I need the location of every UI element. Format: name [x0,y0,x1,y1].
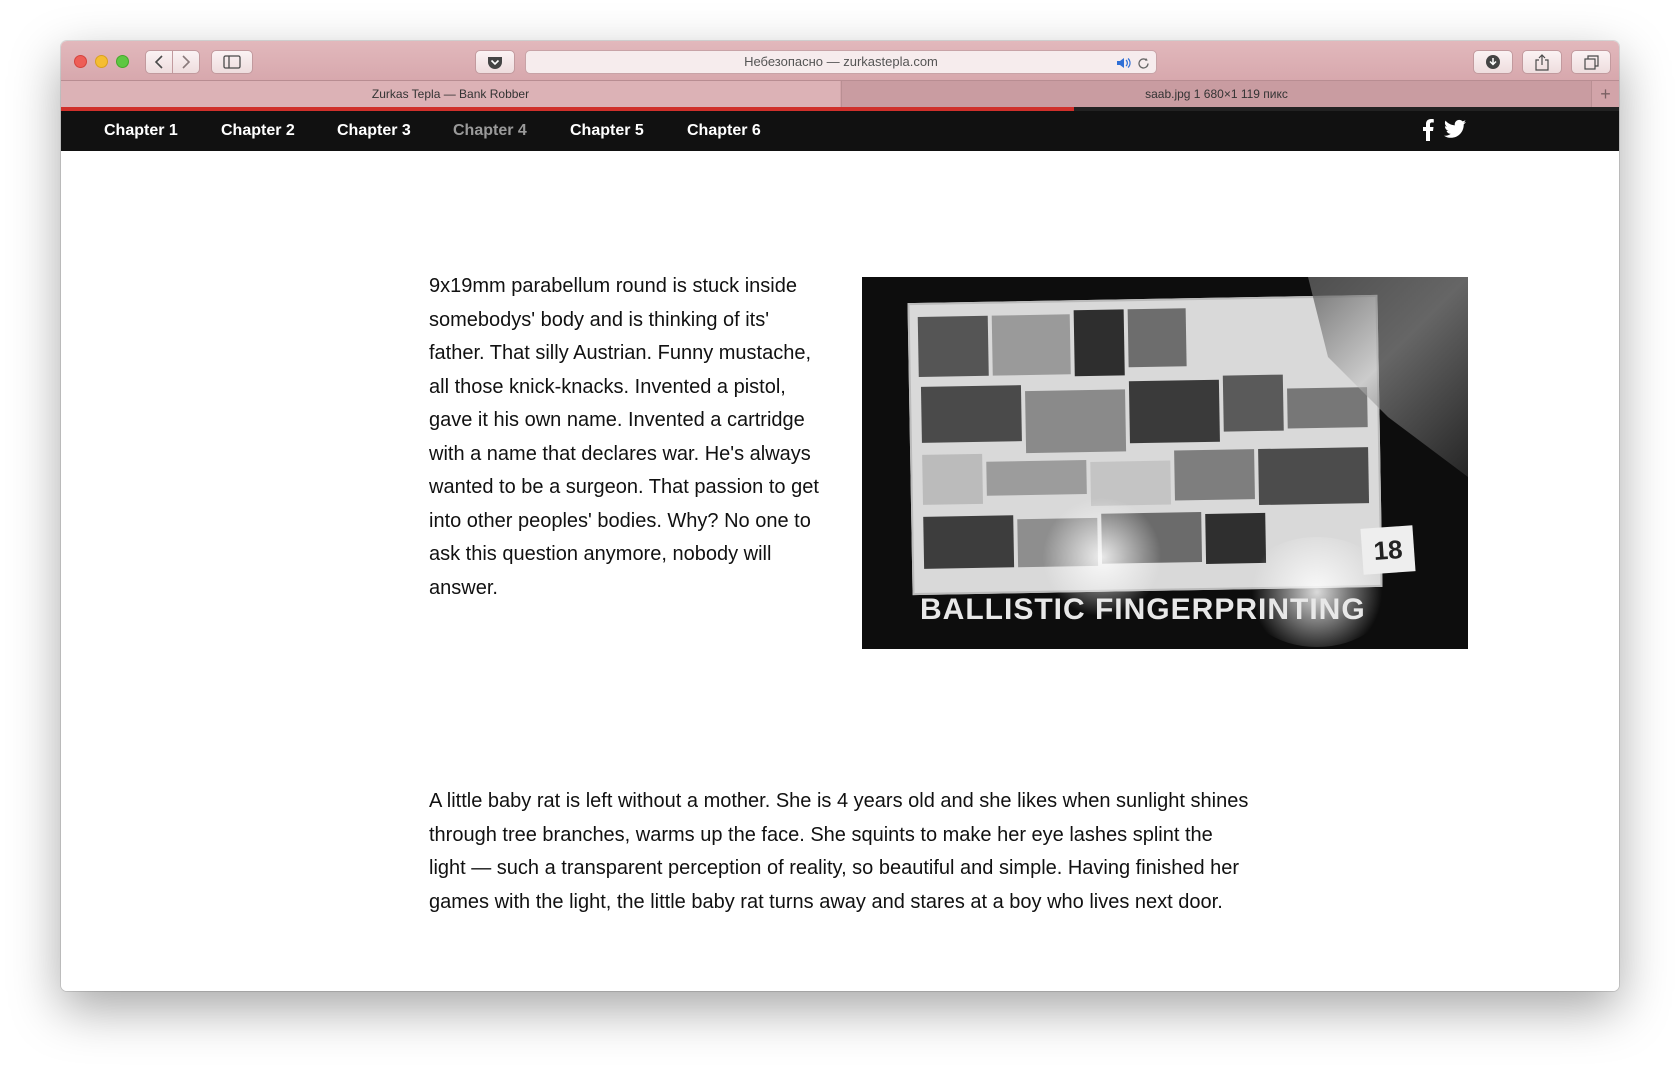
sidebar-icon [223,55,241,69]
download-icon [1486,55,1500,69]
chapter-2-link[interactable]: Chapter 2 [221,111,295,151]
twitter-icon[interactable] [1444,119,1466,144]
share-icon [1535,53,1549,71]
sidebar-toggle-button[interactable] [211,50,253,74]
address-bar[interactable]: Небезопасно — zurkastepla.com [525,50,1157,74]
address-text: Небезопасно — zurkastepla.com [744,54,938,69]
site-chapter-nav: Chapter 1 Chapter 2 Chapter 3 Chapter 4 … [61,111,1619,151]
reload-icon[interactable] [1137,51,1150,73]
downloads-button[interactable] [1473,50,1513,74]
story-paragraph-1: 9x19mm parabellum round is stuck inside … [429,275,819,599]
evidence-number-marker: 18 [1360,525,1416,575]
back-button[interactable] [145,50,173,74]
tab-saab-jpg[interactable]: saab.jpg 1 680×1 119 пикс [841,81,1591,107]
chapter-5-link[interactable]: Chapter 5 [570,111,644,151]
zoom-window-button[interactable] [116,55,129,68]
ballistic-fingerprinting-photo: 18 BALLISTIC FINGERPRINTING [862,277,1468,649]
browser-window: Небезопасно — zurkastepla.com Zurkas Tep… [61,41,1619,991]
new-tab-button[interactable]: + [1591,81,1619,107]
chapter-6-link[interactable]: Chapter 6 [687,111,761,151]
page-content: 9x19mm parabellum round is stuck inside … [61,151,1619,991]
tab-bar: Zurkas Tepla — Bank Robber saab.jpg 1 68… [61,81,1619,107]
forward-button[interactable] [172,50,200,74]
show-tabs-button[interactable] [1571,50,1611,74]
speaker-icon[interactable] [1116,51,1132,73]
chapter-3-link[interactable]: Chapter 3 [337,111,411,151]
tabs-icon [1583,54,1599,70]
tab-zurkas-tepla[interactable]: Zurkas Tepla — Bank Robber [61,81,840,107]
photo-caption-text: BALLISTIC FINGERPRINTING [920,593,1366,626]
browser-toolbar: Небезопасно — zurkastepla.com [61,41,1619,81]
chapter-1-link[interactable]: Chapter 1 [104,111,178,151]
story-paragraph-2: A little baby rat is left without a moth… [429,790,1249,913]
pocket-icon [488,57,502,69]
pocket-button[interactable] [475,50,515,74]
chapter-4-link[interactable]: Chapter 4 [453,111,527,151]
share-button[interactable] [1522,50,1562,74]
chevron-left-icon [154,55,163,69]
minimize-window-button[interactable] [95,55,108,68]
close-window-button[interactable] [74,55,87,68]
chevron-right-icon [182,55,191,69]
facebook-icon[interactable] [1422,119,1434,146]
